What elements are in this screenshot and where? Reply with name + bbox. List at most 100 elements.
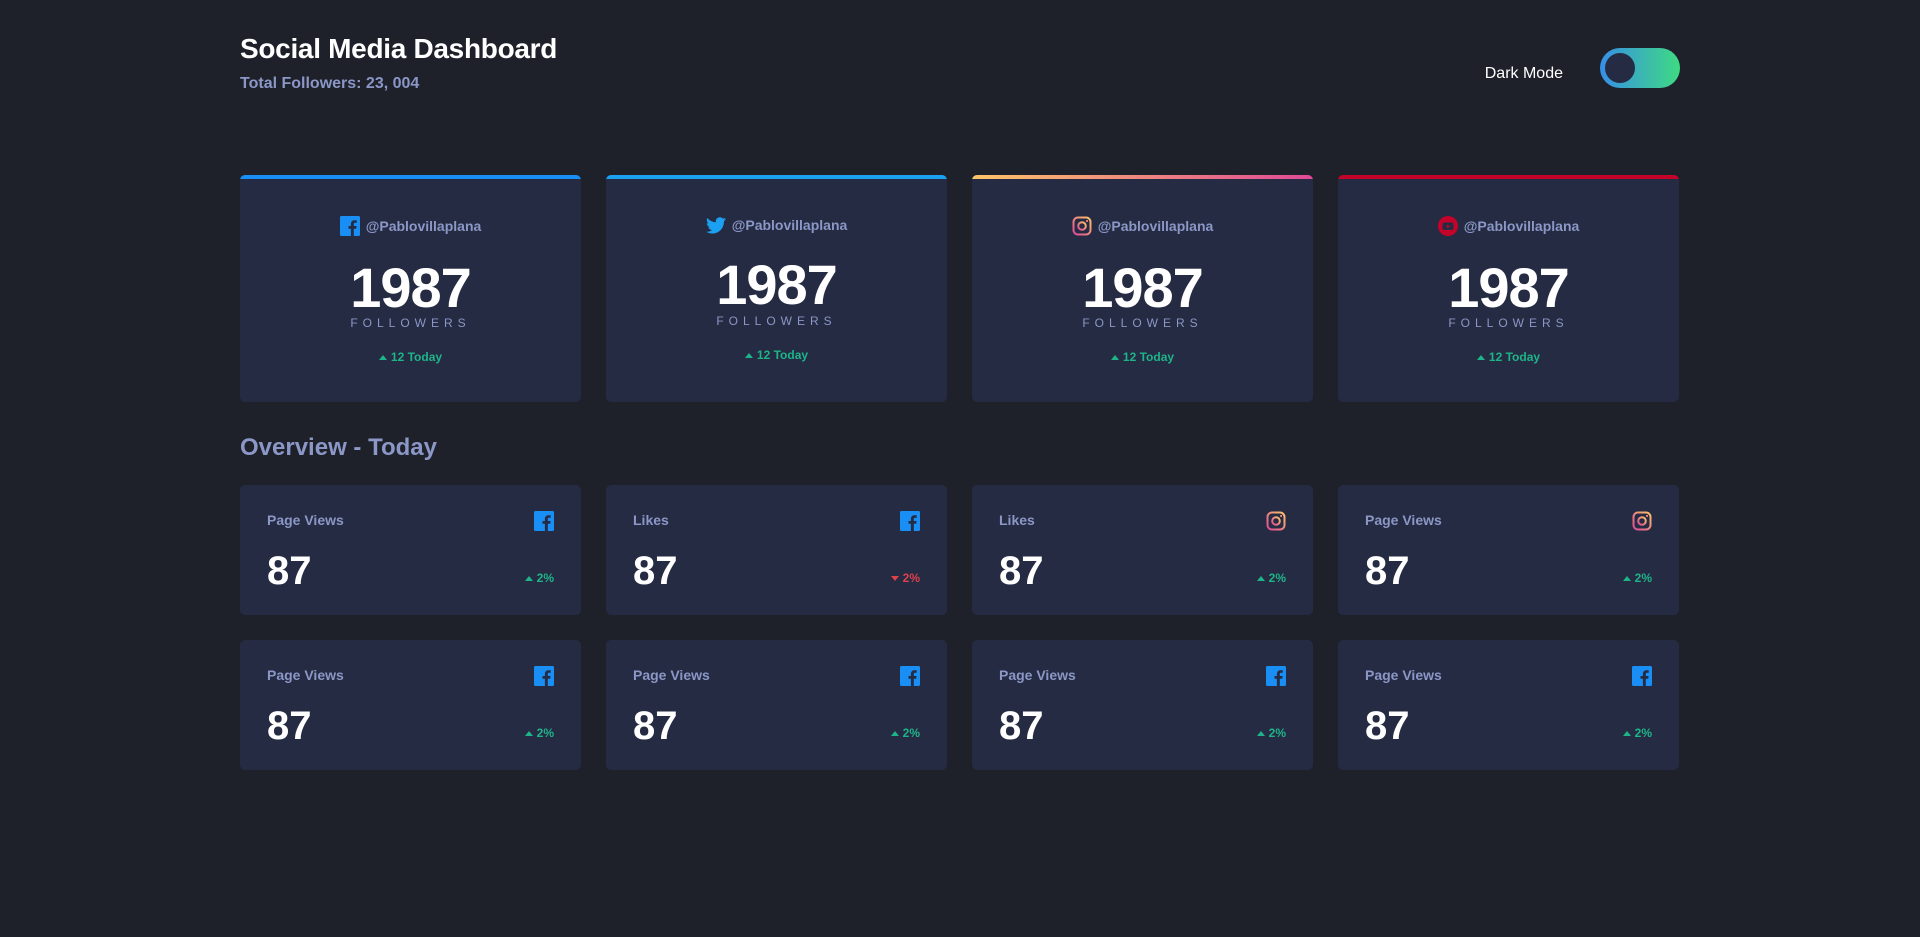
twitter-icon xyxy=(705,215,726,235)
arrow-down-icon xyxy=(890,575,899,581)
facebook-icon xyxy=(900,666,920,686)
followers-label: FOLLOWERS xyxy=(1082,316,1203,330)
today-text: 12 Today xyxy=(756,348,809,362)
card-accent-bar xyxy=(972,175,1313,179)
facebook-icon xyxy=(339,216,360,236)
overview-card-label: Likes xyxy=(999,512,1035,528)
overview-card[interactable]: Page Views 87 2% xyxy=(240,485,581,615)
follower-count: 1987 xyxy=(1448,256,1570,319)
total-followers: Total Followers: 23, 004 xyxy=(240,75,420,92)
youtube-icon xyxy=(1437,216,1458,236)
follower-count: 1987 xyxy=(1082,256,1204,319)
followers-grid: @Pablovillaplana 1987 FOLLOWERS 12 Today… xyxy=(240,175,1679,402)
card-accent-bar xyxy=(1338,175,1679,179)
card-accent-bar xyxy=(606,175,947,179)
arrow-up-icon xyxy=(744,352,753,358)
dark-mode-label: Dark Mode xyxy=(1484,65,1563,82)
today-change: 12 Today xyxy=(606,348,947,362)
followers-label: FOLLOWERS xyxy=(350,316,471,330)
overview-card-change: 2% xyxy=(1622,571,1652,585)
handle-text: @Pablovillaplana xyxy=(731,217,848,233)
facebook-icon xyxy=(900,511,920,531)
arrow-up-icon xyxy=(1110,354,1119,360)
arrow-up-icon xyxy=(1622,575,1631,581)
overview-card[interactable]: Page Views 87 2% xyxy=(1338,640,1679,770)
overview-card-value: 87 xyxy=(1365,704,1410,748)
overview-card-value: 87 xyxy=(999,549,1044,593)
overview-card-change: 2% xyxy=(890,571,920,585)
handle-text: @Pablovillaplana xyxy=(1097,218,1214,234)
arrow-up-icon xyxy=(1256,730,1265,736)
overview-card-label: Page Views xyxy=(1365,512,1442,528)
overview-card[interactable]: Page Views 87 2% xyxy=(240,640,581,770)
overview-card-value: 87 xyxy=(267,549,312,593)
today-text: 12 Today xyxy=(1488,350,1541,364)
arrow-up-icon xyxy=(524,575,533,581)
overview-card-value: 87 xyxy=(999,704,1044,748)
today-text: 12 Today xyxy=(390,350,443,364)
overview-card-label: Page Views xyxy=(633,667,710,683)
change-text: 2% xyxy=(1634,571,1652,585)
follower-card-twitter[interactable]: @Pablovillaplana 1987 FOLLOWERS 12 Today xyxy=(606,175,947,402)
change-text: 2% xyxy=(536,726,554,740)
arrow-up-icon xyxy=(1476,354,1485,360)
arrow-up-icon xyxy=(524,730,533,736)
today-text: 12 Today xyxy=(1122,350,1175,364)
toggle-knob[interactable] xyxy=(1605,53,1635,83)
follower-handle: @Pablovillaplana xyxy=(240,216,581,236)
overview-grid: Page Views 87 2% Likes 87 2% Likes 87 2% Page Vie… xyxy=(240,485,1679,770)
followers-label: FOLLOWERS xyxy=(716,314,837,328)
instagram-icon xyxy=(1072,216,1092,236)
header: Social Media Dashboard Total Followers: … xyxy=(240,0,1680,140)
change-text: 2% xyxy=(1634,726,1652,740)
today-change: 12 Today xyxy=(240,350,581,364)
arrow-up-icon xyxy=(1622,730,1631,736)
overview-card-value: 87 xyxy=(1365,549,1410,593)
overview-card-change: 2% xyxy=(524,571,554,585)
overview-card-label: Page Views xyxy=(267,512,344,528)
follower-count: 1987 xyxy=(716,253,838,316)
facebook-icon xyxy=(534,511,554,531)
handle-text: @Pablovillaplana xyxy=(1463,218,1580,234)
overview-card-value: 87 xyxy=(633,704,678,748)
overview-card-label: Page Views xyxy=(1365,667,1442,683)
change-text: 2% xyxy=(902,726,920,740)
overview-card-change: 2% xyxy=(890,726,920,740)
follower-card-youtube[interactable]: @Pablovillaplana 1987 FOLLOWERS 12 Today xyxy=(1338,175,1679,402)
overview-card[interactable]: Likes 87 2% xyxy=(972,485,1313,615)
overview-card[interactable]: Page Views 87 2% xyxy=(606,640,947,770)
dashboard: Social Media Dashboard Total Followers: … xyxy=(240,0,1680,770)
overview-card-label: Page Views xyxy=(999,667,1076,683)
overview-card-value: 87 xyxy=(267,704,312,748)
overview-card[interactable]: Page Views 87 2% xyxy=(1338,485,1679,615)
followers-label: FOLLOWERS xyxy=(1448,316,1569,330)
follower-handle: @Pablovillaplana xyxy=(606,215,947,235)
change-text: 2% xyxy=(1268,571,1286,585)
overview-card-label: Page Views xyxy=(267,667,344,683)
overview-card-label: Likes xyxy=(633,512,669,528)
follower-card-instagram[interactable]: @Pablovillaplana 1987 FOLLOWERS 12 Today xyxy=(972,175,1313,402)
card-accent-bar xyxy=(240,175,581,179)
facebook-icon xyxy=(534,666,554,686)
follower-card-facebook[interactable]: @Pablovillaplana 1987 FOLLOWERS 12 Today xyxy=(240,175,581,402)
follower-count: 1987 xyxy=(350,256,472,319)
overview-card-change: 2% xyxy=(1256,726,1286,740)
overview-card[interactable]: Likes 87 2% xyxy=(606,485,947,615)
overview-card-change: 2% xyxy=(1622,726,1652,740)
instagram-icon xyxy=(1632,511,1652,531)
facebook-icon xyxy=(1632,666,1652,686)
dark-mode-toggle[interactable] xyxy=(1600,48,1680,88)
follower-handle: @Pablovillaplana xyxy=(1338,216,1679,236)
today-change: 12 Today xyxy=(972,350,1313,364)
change-text: 2% xyxy=(902,571,920,585)
instagram-icon xyxy=(1266,511,1286,531)
page-title: Social Media Dashboard xyxy=(240,33,558,64)
change-text: 2% xyxy=(1268,726,1286,740)
overview-card-value: 87 xyxy=(633,549,678,593)
change-text: 2% xyxy=(536,571,554,585)
overview-title: Overview - Today xyxy=(240,434,437,461)
today-change: 12 Today xyxy=(1338,350,1679,364)
arrow-up-icon xyxy=(1256,575,1265,581)
overview-card[interactable]: Page Views 87 2% xyxy=(972,640,1313,770)
follower-handle: @Pablovillaplana xyxy=(972,216,1313,236)
